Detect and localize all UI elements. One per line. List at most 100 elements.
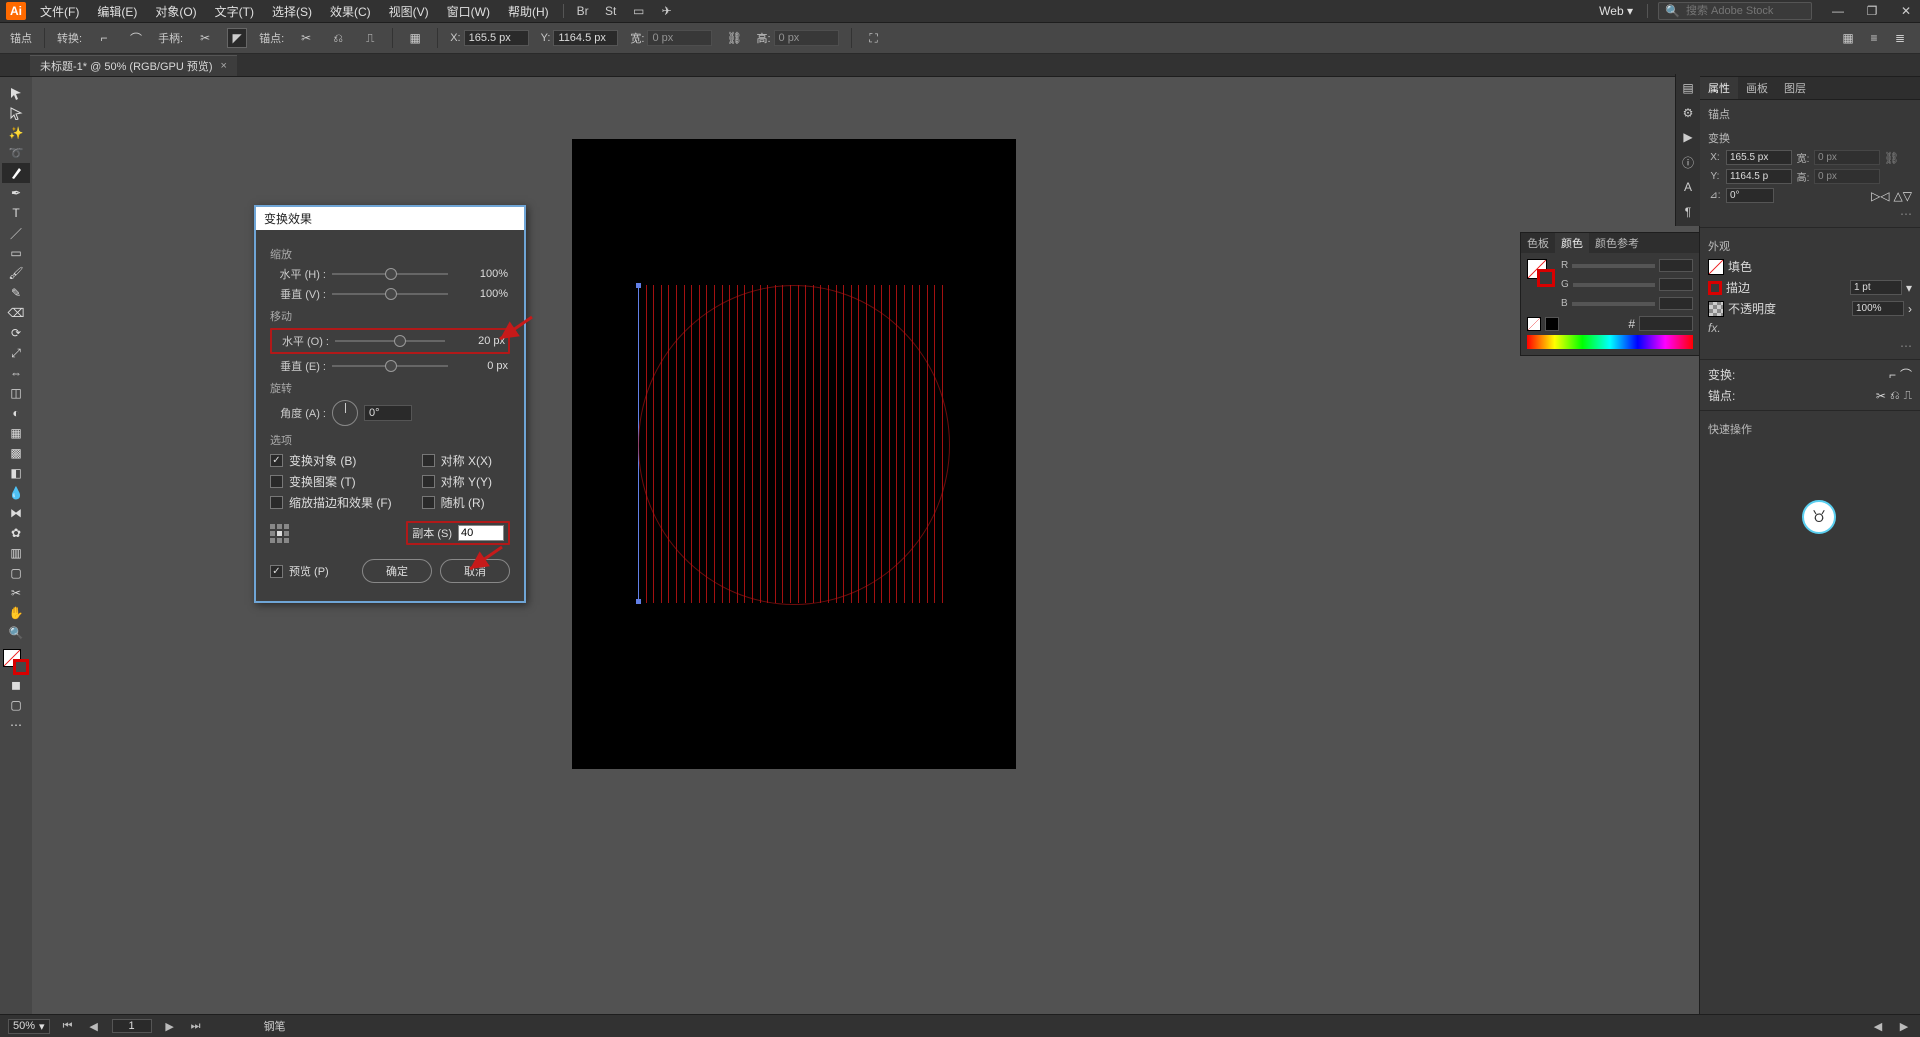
color-tab[interactable]: 颜色 xyxy=(1555,233,1589,253)
join-anchor-icon[interactable]: ⎌ xyxy=(1890,388,1900,403)
more-options-icon[interactable]: ⋯ xyxy=(1700,205,1920,223)
stroke-swatch[interactable] xyxy=(1708,281,1722,295)
black-swatch[interactable] xyxy=(1545,317,1559,331)
r-input[interactable] xyxy=(1659,259,1693,272)
selection-tool-icon[interactable] xyxy=(2,83,30,103)
width-tool-icon[interactable]: ⇔ xyxy=(2,363,30,383)
opacity-swatch[interactable] xyxy=(1708,301,1724,317)
properties-icon[interactable]: ⚙ xyxy=(1679,105,1697,122)
opt-reflect-x[interactable]: 对称 X(X) xyxy=(422,452,492,469)
free-transform-tool-icon[interactable]: ◫ xyxy=(2,383,30,403)
opacity-input[interactable] xyxy=(1852,301,1904,316)
artboards-tab[interactable]: 画板 xyxy=(1738,77,1776,99)
anchor-remove-icon[interactable]: ✂ xyxy=(296,28,316,48)
split-anchor-icon[interactable]: ⎍ xyxy=(1904,388,1912,403)
menu-file[interactable]: 文件(F) xyxy=(36,1,83,22)
copies-input[interactable] xyxy=(458,525,504,541)
curvature-tool-icon[interactable]: ✒ xyxy=(2,183,30,203)
canvas[interactable]: 变换效果 缩放 水平 (H) : 垂直 (V) : 移动 水平 (O) : xyxy=(32,77,1699,1018)
next-artboard-icon[interactable]: ▶ xyxy=(162,1020,178,1033)
color-spectrum[interactable] xyxy=(1527,335,1693,349)
scroll-left-icon[interactable]: ◀ xyxy=(1870,1020,1886,1033)
helper-badge[interactable] xyxy=(1802,500,1836,534)
appearance-more-icon[interactable]: ⋯ xyxy=(1700,337,1920,355)
menu-effect[interactable]: 效果(C) xyxy=(326,1,375,22)
slice-tool-icon[interactable]: ✂ xyxy=(2,583,30,603)
menu-object[interactable]: 对象(O) xyxy=(151,1,200,22)
window-minimize-icon[interactable]: — xyxy=(1830,3,1846,19)
opt-random[interactable]: 随机 (R) xyxy=(422,494,492,511)
color-mode-icon[interactable]: ◼ xyxy=(2,675,30,695)
scale-v-input[interactable] xyxy=(454,287,510,301)
artboard-tool-icon[interactable]: ▢ xyxy=(2,563,30,583)
flip-h-icon[interactable]: ▷◁ xyxy=(1871,189,1889,203)
anchor-join-icon[interactable]: ⎌ xyxy=(328,28,348,48)
remove-anchor-icon[interactable]: ✂ xyxy=(1876,389,1886,403)
arrange-icon[interactable]: ▭ xyxy=(630,2,648,20)
prop-angle-input[interactable] xyxy=(1726,188,1774,203)
move-h-slider[interactable] xyxy=(335,334,445,348)
stroke-dropdown-icon[interactable]: ▾ xyxy=(1906,281,1912,295)
scale-h-slider[interactable] xyxy=(332,267,448,281)
eraser-tool-icon[interactable]: ⌫ xyxy=(2,303,30,323)
x-input[interactable] xyxy=(464,30,529,46)
scroll-right-icon[interactable]: ▶ xyxy=(1896,1020,1912,1033)
info-icon[interactable]: ⓘ xyxy=(1679,154,1697,171)
opt-transform-patterns[interactable]: 变换图案 (T) xyxy=(270,473,392,490)
type-tool-icon[interactable]: T xyxy=(2,203,30,223)
opacity-dropdown-icon[interactable]: › xyxy=(1908,302,1912,316)
opt-reflect-y[interactable]: 对称 Y(Y) xyxy=(422,473,492,490)
convert-smooth-icon[interactable]: ⌒ xyxy=(126,28,146,48)
type-icon[interactable]: A xyxy=(1679,179,1697,196)
opt-transform-objects[interactable]: ✓变换对象 (B) xyxy=(270,452,392,469)
color-guide-tab[interactable]: 颜色参考 xyxy=(1589,233,1645,253)
tab-close-icon[interactable]: × xyxy=(221,60,227,72)
preview-checkbox[interactable]: ✓预览 (P) xyxy=(270,563,329,579)
window-restore-icon[interactable]: ❐ xyxy=(1864,3,1880,19)
scale-tool-icon[interactable]: ⤢ xyxy=(2,343,30,363)
gpu-icon[interactable]: ✈ xyxy=(658,2,676,20)
bridge-icon[interactable]: Br xyxy=(574,2,592,20)
y-input[interactable] xyxy=(553,30,618,46)
hand-tool-icon[interactable]: ✋ xyxy=(2,603,30,623)
reference-point-icon[interactable] xyxy=(270,524,292,543)
shape-builder-tool-icon[interactable]: ◐ xyxy=(2,403,30,423)
prev-artboard-icon[interactable]: ◀ xyxy=(86,1020,102,1033)
zoom-select[interactable]: 50%▾ xyxy=(8,1019,50,1034)
window-close-icon[interactable]: ✕ xyxy=(1898,3,1914,19)
stock-search[interactable]: 🔍 xyxy=(1658,2,1812,20)
prop-x-input[interactable] xyxy=(1726,150,1792,165)
paragraph-icon[interactable]: ¶ xyxy=(1679,203,1697,220)
isolate-icon[interactable]: ⛶ xyxy=(864,28,884,48)
convert-corner-icon[interactable]: ⌐ xyxy=(1889,368,1896,382)
move-v-slider[interactable] xyxy=(332,359,448,373)
move-v-input[interactable] xyxy=(454,359,510,373)
menu-window[interactable]: 窗口(W) xyxy=(443,1,494,22)
layers-tab[interactable]: 图层 xyxy=(1776,77,1814,99)
menu-help[interactable]: 帮助(H) xyxy=(504,1,553,22)
play-icon[interactable]: ▶ xyxy=(1679,129,1697,146)
angle-dial[interactable] xyxy=(332,400,358,426)
document-tab[interactable]: 未标题-1* @ 50% (RGB/GPU 预览) × xyxy=(30,55,237,76)
stock-search-input[interactable] xyxy=(1684,4,1805,18)
stroke-swatch[interactable] xyxy=(13,659,29,675)
menu-text[interactable]: 文字(T) xyxy=(211,1,258,22)
menu-select[interactable]: 选择(S) xyxy=(268,1,316,22)
align-icon[interactable]: ▦ xyxy=(405,28,425,48)
lasso-tool-icon[interactable]: ➰ xyxy=(2,143,30,163)
direct-select-tool-icon[interactable] xyxy=(2,103,30,123)
anchor-handle[interactable] xyxy=(636,599,641,604)
perspective-tool-icon[interactable]: ▦ xyxy=(2,423,30,443)
fx-label[interactable]: fx. xyxy=(1708,321,1721,335)
anchor-split-icon[interactable]: ⎍ xyxy=(360,28,380,48)
menu-view[interactable]: 视图(V) xyxy=(385,1,433,22)
pen-tool-icon[interactable] xyxy=(2,163,30,183)
ok-button[interactable]: 确定 xyxy=(362,559,432,583)
first-artboard-icon[interactable]: ⏮ xyxy=(60,1020,76,1033)
mesh-tool-icon[interactable]: ▩ xyxy=(2,443,30,463)
magic-wand-tool-icon[interactable]: ✨ xyxy=(2,123,30,143)
b-input[interactable] xyxy=(1659,297,1693,310)
menu-edit[interactable]: 编辑(E) xyxy=(93,1,141,22)
workspace-dropdown[interactable]: Web ▾ xyxy=(1595,2,1637,20)
gradient-tool-icon[interactable]: ◧ xyxy=(2,463,30,483)
